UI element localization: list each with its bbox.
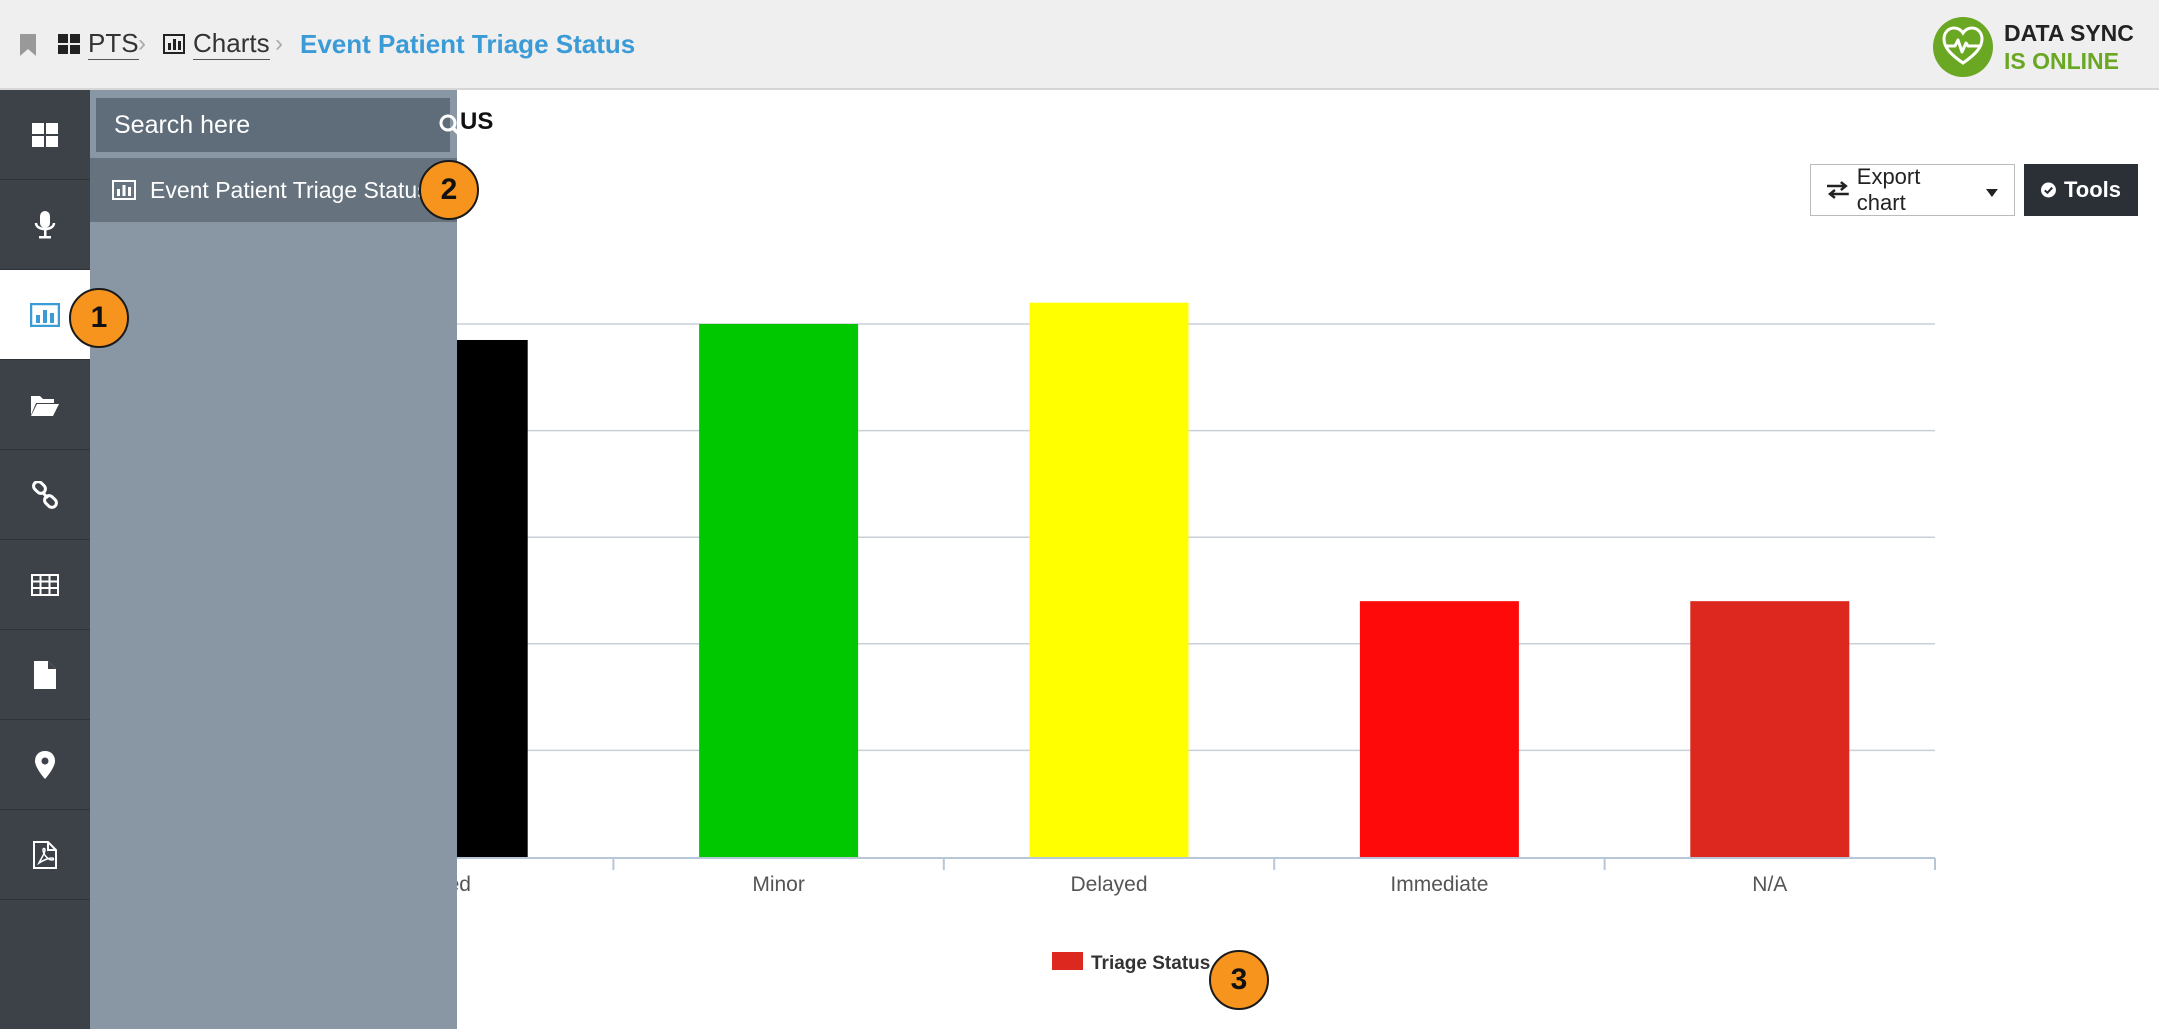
bar-delayed bbox=[1029, 302, 1189, 857]
sidebar-item-reports[interactable] bbox=[0, 810, 90, 900]
x-tick-label: Minor bbox=[752, 873, 805, 896]
legend-swatch bbox=[1052, 952, 1083, 970]
search-input[interactable] bbox=[96, 109, 438, 141]
legend-label: Triage Status bbox=[1091, 953, 1210, 974]
flyout-item-label: Event Patient Triage Status bbox=[150, 176, 429, 203]
bar-immediate bbox=[1359, 601, 1519, 857]
map-marker-icon bbox=[35, 750, 55, 779]
sidebar-item-documents[interactable] bbox=[0, 630, 90, 720]
bar-chart-icon bbox=[30, 302, 60, 327]
sidebar-item-dashboard[interactable] bbox=[0, 90, 90, 180]
sidebar-item-locations[interactable] bbox=[0, 720, 90, 810]
microphone-icon bbox=[34, 210, 56, 238]
x-tick-label: Immediate bbox=[1390, 873, 1488, 896]
search-icon[interactable] bbox=[438, 98, 462, 152]
sidebar-item-links[interactable] bbox=[0, 450, 90, 540]
callout-badge-3: 3 bbox=[1209, 950, 1269, 1010]
bar-n-a bbox=[1690, 601, 1850, 857]
x-tick-label: Delayed bbox=[1070, 873, 1147, 896]
folder-open-icon bbox=[31, 395, 59, 416]
link-icon bbox=[32, 480, 58, 509]
flyout-item-event-patient-triage-status[interactable]: Event Patient Triage Status bbox=[90, 158, 457, 222]
bar-chart-icon bbox=[112, 180, 136, 200]
callout-badge-1: 1 bbox=[69, 288, 129, 348]
callout-badge-2: 2 bbox=[419, 160, 479, 220]
dashboard-icon bbox=[32, 122, 58, 147]
x-tick-label: N/A bbox=[1752, 873, 1787, 896]
file-icon bbox=[34, 660, 56, 689]
table-icon bbox=[31, 573, 59, 596]
search-box bbox=[96, 98, 462, 152]
pdf-icon bbox=[33, 840, 57, 869]
sidebar-item-audio[interactable] bbox=[0, 180, 90, 270]
sidebar-item-files[interactable] bbox=[0, 360, 90, 450]
sidebar-item-tables[interactable] bbox=[0, 540, 90, 630]
sidebar-rail bbox=[0, 90, 90, 1029]
charts-flyout-panel: Event Patient Triage Status bbox=[90, 90, 462, 1029]
bar-minor bbox=[699, 324, 859, 857]
